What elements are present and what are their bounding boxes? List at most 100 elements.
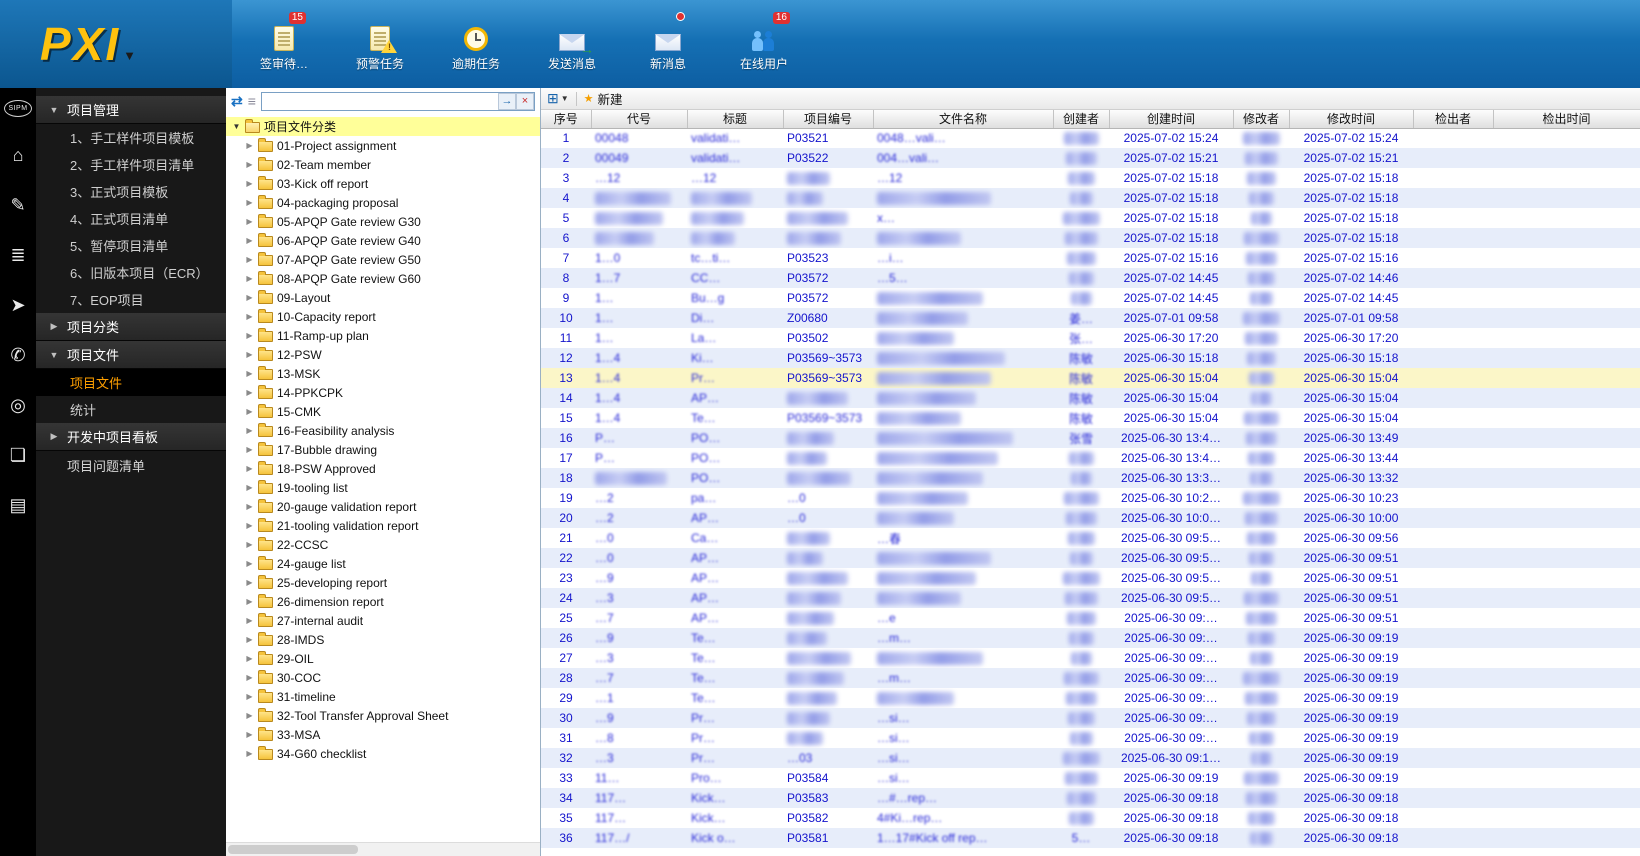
nav-section[interactable]: ▼ 项目文件 <box>36 341 226 369</box>
nav-item[interactable]: 5、暂停项目清单 <box>36 232 226 259</box>
column-header[interactable]: 创建时间 <box>1109 110 1234 129</box>
refresh-icon[interactable]: ⇄ <box>231 94 243 108</box>
table-row[interactable]: 36 117…/ Kick o… P03581 1…17#Kick off rep… 5…… <box>541 828 1640 848</box>
tree-folder-item[interactable]: ▶ 14-PPKCPK <box>226 383 540 402</box>
edit-icon[interactable]: ✎ <box>4 193 32 217</box>
table-row[interactable]: 4 2025-07-02 15:18 2025-07-02 15:18 <box>541 188 1640 208</box>
topbar-item[interactable]: 15 签审待… <box>250 11 318 72</box>
nav-item[interactable]: 1、手工样件项目模板 <box>36 124 226 151</box>
expand-levels-icon[interactable]: ≡ <box>248 94 256 108</box>
tree-folder-item[interactable]: ▶ 06-APQP Gate review G40 <box>226 231 540 250</box>
table-row[interactable]: 10 1… Di… Z00680 姜… 2025-07-01 09:58 2025-07-0… <box>541 308 1640 328</box>
tree-folder-item[interactable]: ▶ 24-gauge list <box>226 554 540 573</box>
table-row[interactable]: 27 …3 Te… 2025-06-30 09:… 2025-06-30 09:19 <box>541 648 1640 668</box>
tree-folder-item[interactable]: ▶ 09-Layout <box>226 288 540 307</box>
tree-folder-item[interactable]: ▶ 04-packaging proposal <box>226 193 540 212</box>
table-row[interactable]: 21 …0 Ca… …春 2025-06-30 09:5… 2025-06-30 09:5… <box>541 528 1640 548</box>
logo-menu-caret-icon[interactable]: ▼ <box>123 48 136 63</box>
app-logo[interactable]: PXI ▼ <box>0 0 232 88</box>
table-row[interactable]: 34 117… Kick… P03583 …#…rep… 2025-06-30 09:18… <box>541 788 1640 808</box>
tree-folder-item[interactable]: ▶ 29-OIL <box>226 649 540 668</box>
tree-folder-item[interactable]: ▶ 13-MSK <box>226 364 540 383</box>
tree-folder-item[interactable]: ▶ 28-IMDS <box>226 630 540 649</box>
chat-icon[interactable]: ✆ <box>4 343 32 367</box>
table-row[interactable]: 17 P… PO… 2025-06-30 13:4… 2025-06-30 13:44 <box>541 448 1640 468</box>
tree-folder-item[interactable]: ▶ 32-Tool Transfer Approval Sheet <box>226 706 540 725</box>
table-row[interactable]: 2 00049 validati… P03522 004…vali… 2025-07-02… <box>541 148 1640 168</box>
column-header[interactable]: 修改时间 <box>1289 110 1414 129</box>
tree-folder-item[interactable]: ▶ 08-APQP Gate review G60 <box>226 269 540 288</box>
tree-folder-item[interactable]: ▶ 12-PSW <box>226 345 540 364</box>
tree-horizontal-scrollbar[interactable] <box>226 842 540 856</box>
table-row[interactable]: 25 …7 AP… …e 2025-06-30 09:… 2025-06-30 09:51 <box>541 608 1640 628</box>
table-row[interactable]: 14 1…4 AP… 陈敏 2025-06-30 15:04 2025-06-30 15:… <box>541 388 1640 408</box>
user-circle-icon[interactable]: ◎ <box>4 393 32 417</box>
tree-folder-item[interactable]: ▶ 05-APQP Gate review G30 <box>226 212 540 231</box>
table-row[interactable]: 3 …12 …12 …12 2025-07-02 15:18 2025-07-02 15:… <box>541 168 1640 188</box>
table-row[interactable]: 22 …0 AP… 2025-06-30 09:5… 2025-06-30 09:51 <box>541 548 1640 568</box>
scrollbar-thumb[interactable] <box>228 845 358 854</box>
nav-section[interactable]: 项目问题清单 <box>36 451 226 479</box>
nav-item[interactable]: 7、EOP项目 <box>36 286 226 313</box>
tree-folder-item[interactable]: ▶ 02-Team member <box>226 155 540 174</box>
table-row[interactable]: 30 …9 Pr… …si… 2025-06-30 09:… 2025-06-30 09:… <box>541 708 1640 728</box>
tree-folder-item[interactable]: ▶ 03-Kick off report <box>226 174 540 193</box>
column-header[interactable]: 文件名称 <box>873 110 1054 129</box>
new-button[interactable]: ★ 新建 <box>584 89 623 108</box>
tree-folder-item[interactable]: ▶ 11-Ramp-up plan <box>226 326 540 345</box>
topbar-item[interactable]: 新消息 <box>634 11 702 72</box>
table-row[interactable]: 26 …9 Te… …m… 2025-06-30 09:… 2025-06-30 09:1… <box>541 628 1640 648</box>
id-card-icon[interactable]: ▤ <box>4 493 32 517</box>
search-clear-button[interactable]: × <box>516 92 534 110</box>
database-icon[interactable]: ≣ <box>4 243 32 267</box>
tree-folder-item[interactable]: ▶ 21-tooling validation report <box>226 516 540 535</box>
tree-folder-item[interactable]: ▶ 16-Feasibility analysis <box>226 421 540 440</box>
table-row[interactable]: 18 PO… 2025-06-30 13:3… 2025-06-30 13:32 <box>541 468 1640 488</box>
home-icon[interactable]: ⌂ <box>4 143 32 167</box>
table-row[interactable]: 35 117… Kick… P03582 4#Ki…rep… 2025-06-30 09:… <box>541 808 1640 828</box>
table-row[interactable]: 16 P… PO… 张雪 2025-06-30 13:4… 2025-06-30 13:4… <box>541 428 1640 448</box>
tree-folder-item[interactable]: ▶ 18-PSW Approved <box>226 459 540 478</box>
table-row[interactable]: 9 1… Bu…g P03572 2025-07-02 14:45 2025-07-02 … <box>541 288 1640 308</box>
column-header[interactable]: 创建者 <box>1053 110 1110 129</box>
tree-search-input[interactable] <box>261 93 498 109</box>
tree-folder-item[interactable]: ▶ 31-timeline <box>226 687 540 706</box>
nav-item[interactable]: 3、正式项目模板 <box>36 178 226 205</box>
column-header[interactable]: 检出时间 <box>1493 110 1640 129</box>
table-row[interactable]: 29 …1 Te… 2025-06-30 09:… 2025-06-30 09:19 <box>541 688 1640 708</box>
topbar-item[interactable]: 逾期任务 <box>442 17 510 72</box>
table-row[interactable]: 8 1…7 CC… P03572 …5… 2025-07-02 14:45 2025-07-… <box>541 268 1640 288</box>
nav-item[interactable]: 统计 <box>36 396 226 423</box>
tree-folder-item[interactable]: ▶ 25-developing report <box>226 573 540 592</box>
tree-folder-item[interactable]: ▶ 07-APQP Gate review G50 <box>226 250 540 269</box>
column-header[interactable]: 修改者 <box>1233 110 1290 129</box>
table-row[interactable]: 7 1…0 tc…ti… P03523 …i… 2025-07-02 15:16 2025-… <box>541 248 1640 268</box>
table-row[interactable]: 13 1…4 Pr… P03569~3573 陈敏 2025-06-30 15:04 202… <box>541 368 1640 388</box>
book-icon[interactable]: ❏ <box>4 443 32 467</box>
tree-folder-item[interactable]: ▶ 26-dimension report <box>226 592 540 611</box>
nav-item[interactable]: 6、旧版本项目（ECR） <box>36 259 226 286</box>
table-row[interactable]: 15 1…4 Te… P03569~3573 陈敏 2025-06-30 15:04 202… <box>541 408 1640 428</box>
tree-folder-item[interactable]: ▶ 30-COC <box>226 668 540 687</box>
nav-section[interactable]: ▶ 项目分类 <box>36 313 226 341</box>
topbar-item[interactable]: 16 在线用户 <box>730 11 798 72</box>
column-header[interactable]: 序号 <box>541 110 592 129</box>
sipm-logo[interactable]: SIPM <box>4 100 32 117</box>
column-header[interactable]: 检出者 <box>1413 110 1494 129</box>
table-row[interactable]: 19 …2 pa… …0 2025-06-30 10:2… 2025-06-30 10:2… <box>541 488 1640 508</box>
topbar-item[interactable]: → 发送消息 <box>538 17 606 72</box>
column-header[interactable]: 代号 <box>591 110 688 129</box>
table-row[interactable]: 33 11… Pro… P03584 …si… 2025-06-30 09:19 2025-… <box>541 768 1640 788</box>
tree-folder-item[interactable]: ▶ 22-CCSC <box>226 535 540 554</box>
tree-folder-item[interactable]: ▶ 17-Bubble drawing <box>226 440 540 459</box>
nav-item[interactable]: 2、手工样件项目清单 <box>36 151 226 178</box>
table-row[interactable]: 12 1…4 Ki… P03569~3573 陈敏 2025-06-30 15:18 202… <box>541 348 1640 368</box>
view-grid-icon[interactable]: ⊞ ▼ <box>547 90 569 107</box>
table-row[interactable]: 6 2025-07-02 15:18 2025-07-02 15:18 <box>541 228 1640 248</box>
table-row[interactable]: 5 x… 2025-07-02 15:18 2025-07-02 15:18 <box>541 208 1640 228</box>
table-row[interactable]: 1 00048 validati… P03521 0048…vali… 2025-07-0… <box>541 128 1640 148</box>
tree-folder-item[interactable]: ▶ 10-Capacity report <box>226 307 540 326</box>
table-row[interactable]: 20 …2 AP… …0 2025-06-30 10:0… 2025-06-30 10:0… <box>541 508 1640 528</box>
tree-root-item[interactable]: ▼ 项目文件分类 <box>226 117 540 136</box>
column-header[interactable]: 项目编号 <box>783 110 874 129</box>
